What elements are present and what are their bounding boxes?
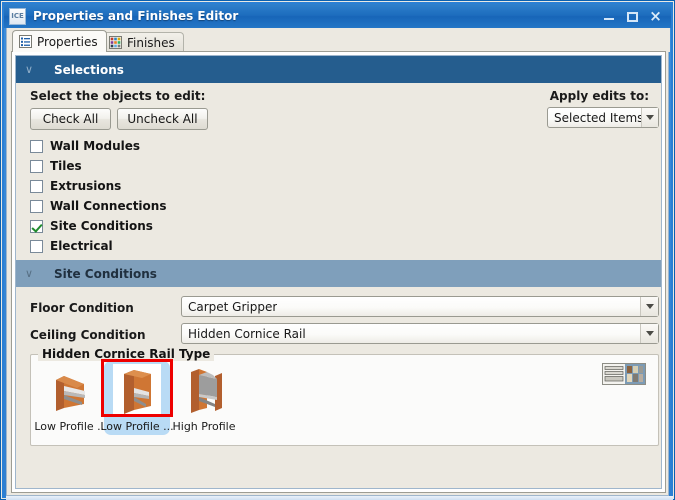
tab-properties[interactable]: Properties <box>12 30 107 52</box>
ceiling-condition-select[interactable]: Hidden Cornice Rail <box>181 323 659 344</box>
chevron-down-icon: ∨ <box>24 63 34 76</box>
section-title-selections: Selections <box>54 62 124 77</box>
select-objects-label: Select the objects to edit: <box>30 89 206 103</box>
tab-finishes[interactable]: Finishes <box>102 32 184 52</box>
list-icon <box>19 35 32 48</box>
properties-panel-body: ∨ Selections Select the objects to edit:… <box>15 55 662 489</box>
properties-panel: ∨ Selections Select the objects to edit:… <box>11 51 666 493</box>
checkbox-wall-modules[interactable]: Wall Modules <box>30 138 140 154</box>
client-area: Properties Finishes ∨ Selections Select … <box>6 28 670 496</box>
checkbox-box[interactable] <box>30 179 43 193</box>
thumbnail-low-profile-1[interactable]: Low Profile ... <box>34 364 108 433</box>
thumbnail-label: High Profile <box>172 420 236 433</box>
checkbox-box[interactable] <box>30 239 43 253</box>
window-controls: × <box>603 8 662 23</box>
palette-grid-icon <box>109 36 122 49</box>
checkbox-electrical[interactable]: Electrical <box>30 238 113 254</box>
uncheck-all-button[interactable]: Uncheck All <box>117 108 208 130</box>
checkbox-box[interactable] <box>30 159 43 173</box>
checkbox-label: Electrical <box>50 239 113 253</box>
floor-condition-select[interactable]: Carpet Gripper <box>181 296 659 317</box>
checkbox-label: Wall Connections <box>50 199 167 213</box>
section-title-site-conditions: Site Conditions <box>54 266 157 281</box>
checkbox-label: Extrusions <box>50 179 122 193</box>
minimize-button[interactable] <box>603 10 616 23</box>
application-window: ICE Properties and Finishes Editor × Pro… <box>0 0 675 500</box>
section-header-site-conditions[interactable]: ∨ Site Conditions <box>16 260 661 287</box>
chevron-down-icon[interactable] <box>640 108 658 127</box>
title-bar[interactable]: ICE Properties and Finishes Editor × <box>4 4 671 28</box>
group-title-hidden-cornice-rail-type: Hidden Cornice Rail Type <box>38 347 215 361</box>
apply-edits-label: Apply edits to: <box>549 89 649 103</box>
thumbnail-label: Low Profile ... <box>34 420 108 433</box>
checkbox-site-conditions[interactable]: Site Conditions <box>30 218 153 234</box>
checkbox-wall-connections[interactable]: Wall Connections <box>30 198 166 214</box>
tab-properties-label: Properties <box>37 34 98 49</box>
thumbnail-high-profile[interactable]: High Profile <box>171 364 237 433</box>
chevron-down-icon: ∨ <box>24 267 34 280</box>
floor-condition-value: Carpet Gripper <box>188 299 278 314</box>
chevron-down-icon[interactable] <box>640 297 658 316</box>
apply-edits-select[interactable]: Selected Items <box>547 107 659 128</box>
window-inner-frame: ICE Properties and Finishes Editor × Pro… <box>2 2 673 500</box>
checkbox-label: Wall Modules <box>50 139 141 153</box>
checkbox-tiles[interactable]: Tiles <box>30 158 82 174</box>
checkbox-label: Site Conditions <box>50 219 153 233</box>
checkbox-extrusions[interactable]: Extrusions <box>30 178 121 194</box>
app-icon: ICE <box>9 7 26 25</box>
thumbnail-label: Low Profile ... <box>100 420 174 433</box>
checkbox-label: Tiles <box>50 159 82 173</box>
window-title: Properties and Finishes Editor <box>33 9 239 23</box>
apply-edits-value: Selected Items <box>554 110 641 125</box>
checkbox-box-checked[interactable] <box>30 219 43 233</box>
tab-finishes-label: Finishes <box>127 35 175 50</box>
window-bottom-strip <box>6 496 673 500</box>
list-grid-view-toggle-icon[interactable] <box>602 363 646 385</box>
tab-strip: Properties Finishes <box>7 28 670 52</box>
section-header-selections[interactable]: ∨ Selections <box>16 56 661 83</box>
thumbnail-low-profile-2[interactable]: Low Profile ... <box>100 361 174 435</box>
close-button[interactable]: × <box>649 8 662 23</box>
ceiling-condition-value: Hidden Cornice Rail <box>188 326 306 341</box>
checkbox-box[interactable] <box>30 139 43 153</box>
checkbox-box[interactable] <box>30 199 43 213</box>
low-profile-rail-icon <box>44 364 98 418</box>
high-profile-rail-icon <box>177 364 231 418</box>
chevron-down-icon[interactable] <box>640 324 658 343</box>
floor-condition-label: Floor Condition <box>30 301 134 315</box>
check-all-button[interactable]: Check All <box>30 108 111 130</box>
low-profile-rail-icon <box>113 364 161 414</box>
maximize-button[interactable] <box>626 10 639 23</box>
ceiling-condition-label: Ceiling Condition <box>30 328 146 342</box>
